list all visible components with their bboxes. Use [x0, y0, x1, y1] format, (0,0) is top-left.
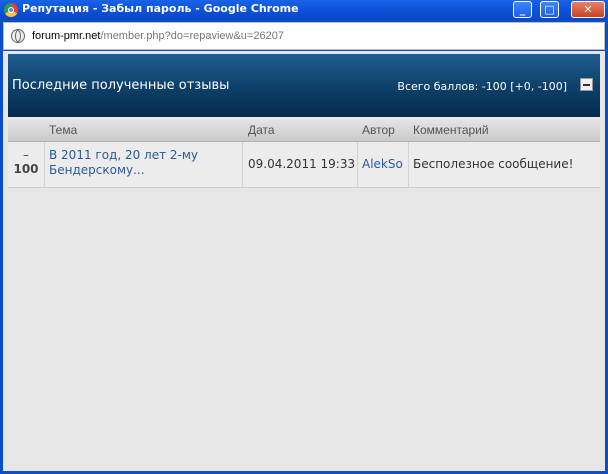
row-comment: Бесполезное сообщение!: [413, 157, 574, 171]
table-header: Тема Дата Автор Комментарий: [8, 120, 600, 142]
address-bar[interactable]: forum-pmr.net/member.php?do=repaview&u=2…: [3, 22, 605, 50]
header-author: Автор: [362, 123, 395, 137]
title-bar[interactable]: Репутация - Забыл пароль - Google Chrome…: [0, 0, 608, 20]
header-topic: Тема: [49, 123, 78, 137]
minimize-button[interactable]: _: [513, 1, 532, 18]
close-button[interactable]: ✕: [571, 1, 605, 18]
total-score: Всего баллов: -100 [+0, -100]: [397, 80, 567, 93]
row-date: 09.04.2011 19:33: [243, 142, 358, 187]
window-title: Репутация - Забыл пароль - Google Chrome: [22, 2, 299, 15]
chrome-logo-icon: [4, 3, 18, 17]
maximize-button[interactable]: □: [540, 1, 559, 18]
row-score: – 100: [8, 142, 45, 187]
page-content: Последние полученные отзывы Всего баллов…: [3, 51, 605, 471]
globe-icon: [11, 29, 25, 43]
url-path: /member.php?do=repaview&u=26207: [100, 30, 284, 42]
panel-title: Последние полученные отзывы: [12, 78, 230, 93]
url-domain: forum-pmr.net: [32, 30, 101, 42]
reputation-panel-header: Последние полученные отзывы Всего баллов…: [8, 54, 600, 117]
score-sign: –: [23, 148, 29, 162]
row-topic-link[interactable]: В 2011 год, 20 лет 2-му Бендерскому...: [45, 142, 243, 187]
url-text[interactable]: forum-pmr.net/member.php?do=repaview&u=2…: [32, 30, 284, 42]
collapse-icon[interactable]: [580, 78, 593, 91]
browser-window: Репутация - Забыл пароль - Google Chrome…: [0, 0, 608, 474]
row-author-link[interactable]: AlekSo: [358, 142, 409, 187]
header-comment: Комментарий: [413, 123, 489, 137]
table-row: – 100 В 2011 год, 20 лет 2-му Бендерском…: [8, 142, 600, 188]
header-date: Дата: [248, 123, 275, 137]
score-value: 100: [13, 162, 39, 176]
